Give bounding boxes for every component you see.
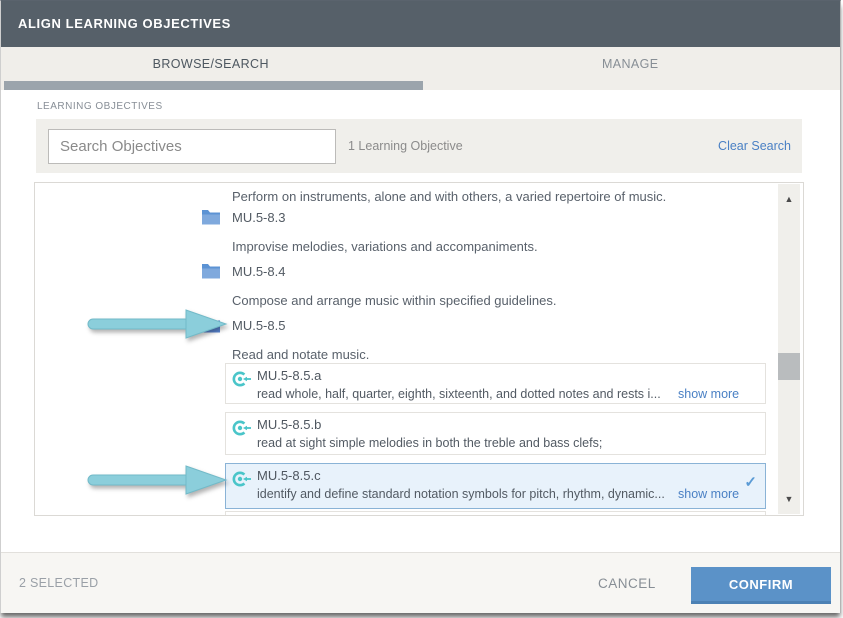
annotation-arrow-icon (86, 463, 231, 497)
objective-row-selected[interactable]: MU.5-8.5.c identify and define standard … (225, 463, 766, 509)
search-panel: 1 Learning Objective Clear Search (36, 119, 802, 173)
folder-code: MU.5-8.3 (232, 209, 285, 226)
folder-icon (201, 262, 221, 279)
folder-description: Compose and arrange music within specifi… (232, 292, 556, 309)
align-learning-objectives-dialog: ALIGN LEARNING OBJECTIVES BROWSE/SEARCH … (0, 0, 841, 613)
scroll-down-icon[interactable]: ▼ (778, 490, 800, 508)
objective-text: identify and define standard notation sy… (257, 486, 665, 502)
objective-icon (232, 370, 252, 388)
objective-code: MU.5-8.5.c (257, 468, 321, 484)
clear-search-link[interactable]: Clear Search (718, 139, 791, 153)
result-count: 1 Learning Objective (348, 139, 463, 153)
active-tab-indicator (4, 81, 423, 90)
objective-icon (232, 470, 252, 488)
dialog-title-bar: ALIGN LEARNING OBJECTIVES (1, 1, 840, 47)
objective-code: MU.5-8.5.a (257, 368, 321, 384)
show-more-link[interactable]: show more (678, 386, 739, 402)
objective-text: read at sight simple melodies in both th… (257, 435, 602, 451)
tab-manage[interactable]: MANAGE (421, 47, 841, 90)
folder-code: MU.5-8.4 (232, 263, 285, 280)
annotation-arrow-icon (86, 307, 231, 341)
objective-code: MU.5-8.5.b (257, 417, 321, 433)
folder-description: Read and notate music. (232, 346, 369, 363)
scroll-up-icon[interactable]: ▲ (778, 190, 800, 208)
objective-row[interactable]: MU.5-8.5.b read at sight simple melodies… (225, 412, 766, 455)
folder-code: MU.5-8.5 (232, 317, 285, 334)
scrollbar-thumb[interactable] (778, 353, 800, 380)
folder-icon (201, 208, 221, 225)
folder-description: Improvise melodies, variations and accom… (232, 238, 538, 255)
show-more-link[interactable]: show more (678, 486, 739, 502)
selected-count: 2 SELECTED (19, 553, 98, 614)
scrollbar-track[interactable]: ▲ ▼ (778, 184, 800, 514)
screenshot-stage: ALIGN LEARNING OBJECTIVES BROWSE/SEARCH … (0, 0, 843, 618)
objective-text: read whole, half, quarter, eighth, sixte… (257, 386, 661, 402)
check-icon: ✓ (744, 473, 757, 491)
learning-objectives-section-label: LEARNING OBJECTIVES (37, 101, 163, 112)
objective-row[interactable]: MU.5-8.5.a read whole, half, quarter, ei… (225, 363, 766, 404)
dialog-title: ALIGN LEARNING OBJECTIVES (18, 1, 231, 47)
dialog-footer: 2 SELECTED CANCEL CONFIRM (1, 552, 840, 613)
cancel-button[interactable]: CANCEL (598, 553, 656, 614)
objective-icon (232, 419, 252, 437)
folder-description: Perform on instruments, alone and with o… (232, 188, 666, 205)
confirm-button[interactable]: CONFIRM (691, 567, 831, 604)
objective-row-partial (225, 511, 766, 516)
search-input[interactable] (48, 129, 336, 164)
